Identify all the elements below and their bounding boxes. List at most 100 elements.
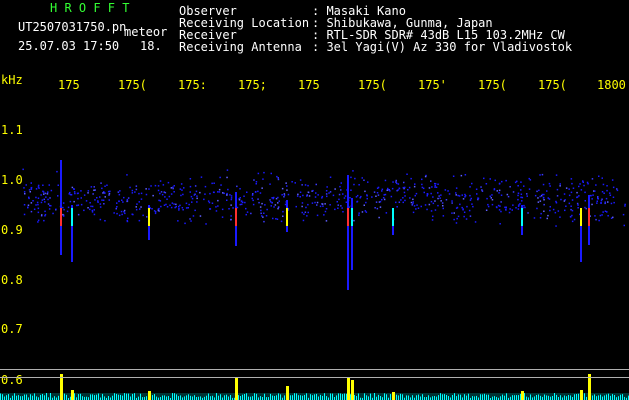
noise-pixel: [80, 197, 82, 199]
noise-pixel: [444, 189, 447, 191]
noise-pixel: [402, 186, 405, 189]
signal-noise-bar: [272, 395, 273, 400]
signal-noise-bar: [346, 393, 347, 400]
signal-noise-bar: [312, 395, 313, 400]
noise-pixel: [422, 187, 425, 190]
noise-pixel: [442, 207, 444, 210]
noise-pixel: [539, 174, 541, 176]
noise-pixel: [91, 209, 94, 212]
signal-noise-bar: [320, 394, 321, 400]
noise-pixel: [187, 207, 189, 209]
noise-pixel: [432, 196, 434, 198]
noise-pixel: [445, 199, 448, 201]
noise-pixel: [276, 175, 278, 178]
signal-noise-bar: [520, 393, 521, 400]
noise-pixel: [203, 198, 205, 201]
noise-pixel: [373, 191, 376, 193]
noise-pixel: [312, 189, 314, 192]
noise-pixel: [543, 199, 545, 201]
noise-pixel: [520, 181, 522, 183]
noise-pixel: [375, 195, 377, 197]
signal-noise-bar: [294, 393, 295, 400]
noise-pixel: [139, 208, 141, 210]
noise-pixel: [286, 189, 288, 191]
noise-pixel: [598, 219, 600, 222]
time-tick: 175:: [178, 78, 207, 92]
signal-noise-bar: [248, 396, 249, 400]
noise-pixel: [266, 208, 268, 211]
noise-pixel: [440, 194, 442, 196]
signal-noise-bar: [2, 394, 3, 400]
noise-pixel: [325, 190, 328, 192]
noise-pixel: [220, 184, 222, 186]
noise-pixel: [321, 203, 324, 205]
signal-noise-bar: [120, 394, 121, 400]
signal-noise-bar: [492, 396, 493, 400]
signal-noise-bar: [366, 395, 367, 400]
noise-pixel: [77, 204, 80, 206]
noise-pixel: [439, 197, 441, 199]
noise-pixel: [316, 204, 318, 206]
noise-pixel: [321, 197, 323, 199]
noise-pixel: [92, 193, 94, 195]
noise-pixel: [565, 187, 568, 189]
noise-pixel: [622, 213, 625, 216]
noise-pixel: [395, 201, 397, 204]
signal-noise-bar: [246, 393, 247, 400]
noise-pixel: [194, 209, 196, 212]
noise-pixel: [116, 206, 118, 208]
noise-pixel: [601, 214, 603, 216]
noise-pixel: [623, 224, 625, 227]
noise-pixel: [361, 177, 363, 179]
noise-pixel: [391, 187, 394, 190]
noise-pixel: [35, 188, 38, 190]
noise-pixel: [257, 190, 259, 193]
noise-pixel: [207, 200, 210, 202]
signal-noise-bar: [242, 394, 243, 400]
signal-noise-bar: [304, 394, 305, 400]
noise-pixel: [610, 217, 613, 219]
noise-pixel: [340, 205, 342, 207]
noise-pixel: [325, 208, 328, 210]
noise-pixel: [116, 202, 118, 204]
noise-pixel: [159, 180, 162, 182]
noise-pixel: [261, 215, 263, 217]
noise-pixel: [412, 198, 414, 201]
signal-noise-bar: [564, 395, 565, 400]
noise-pixel: [27, 206, 29, 208]
noise-pixel: [570, 205, 572, 207]
noise-pixel: [43, 219, 45, 222]
noise-pixel: [273, 206, 275, 208]
noise-pixel: [226, 169, 229, 171]
noise-pixel: [437, 197, 439, 200]
noise-pixel: [217, 199, 219, 202]
noise-pixel: [329, 176, 332, 178]
signal-noise-bar: [186, 395, 187, 400]
noise-pixel: [41, 199, 44, 201]
time-tick: 175: [298, 78, 320, 92]
noise-pixel: [452, 175, 455, 177]
signal-noise-bar: [344, 393, 345, 400]
time-tick: 175(: [478, 78, 507, 92]
noise-pixel: [514, 181, 517, 184]
signal-noise-bar: [442, 394, 443, 400]
noise-pixel: [160, 205, 162, 208]
noise-pixel: [616, 189, 619, 192]
signal-noise-bar: [474, 396, 475, 400]
noise-pixel: [23, 213, 26, 216]
noise-pixel: [108, 199, 110, 201]
noise-pixel: [406, 173, 408, 175]
signal-noise-bar: [156, 396, 157, 400]
noise-pixel: [505, 208, 507, 211]
noise-pixel: [434, 186, 436, 188]
noise-pixel: [358, 214, 360, 216]
noise-pixel: [337, 204, 339, 206]
noise-pixel: [358, 184, 360, 186]
noise-pixel: [159, 192, 161, 195]
noise-pixel: [37, 184, 40, 187]
noise-pixel: [571, 209, 574, 212]
counter-label: 18.: [140, 39, 162, 53]
noise-pixel: [413, 185, 416, 188]
noise-pixel: [469, 194, 471, 197]
noise-pixel: [239, 203, 241, 206]
